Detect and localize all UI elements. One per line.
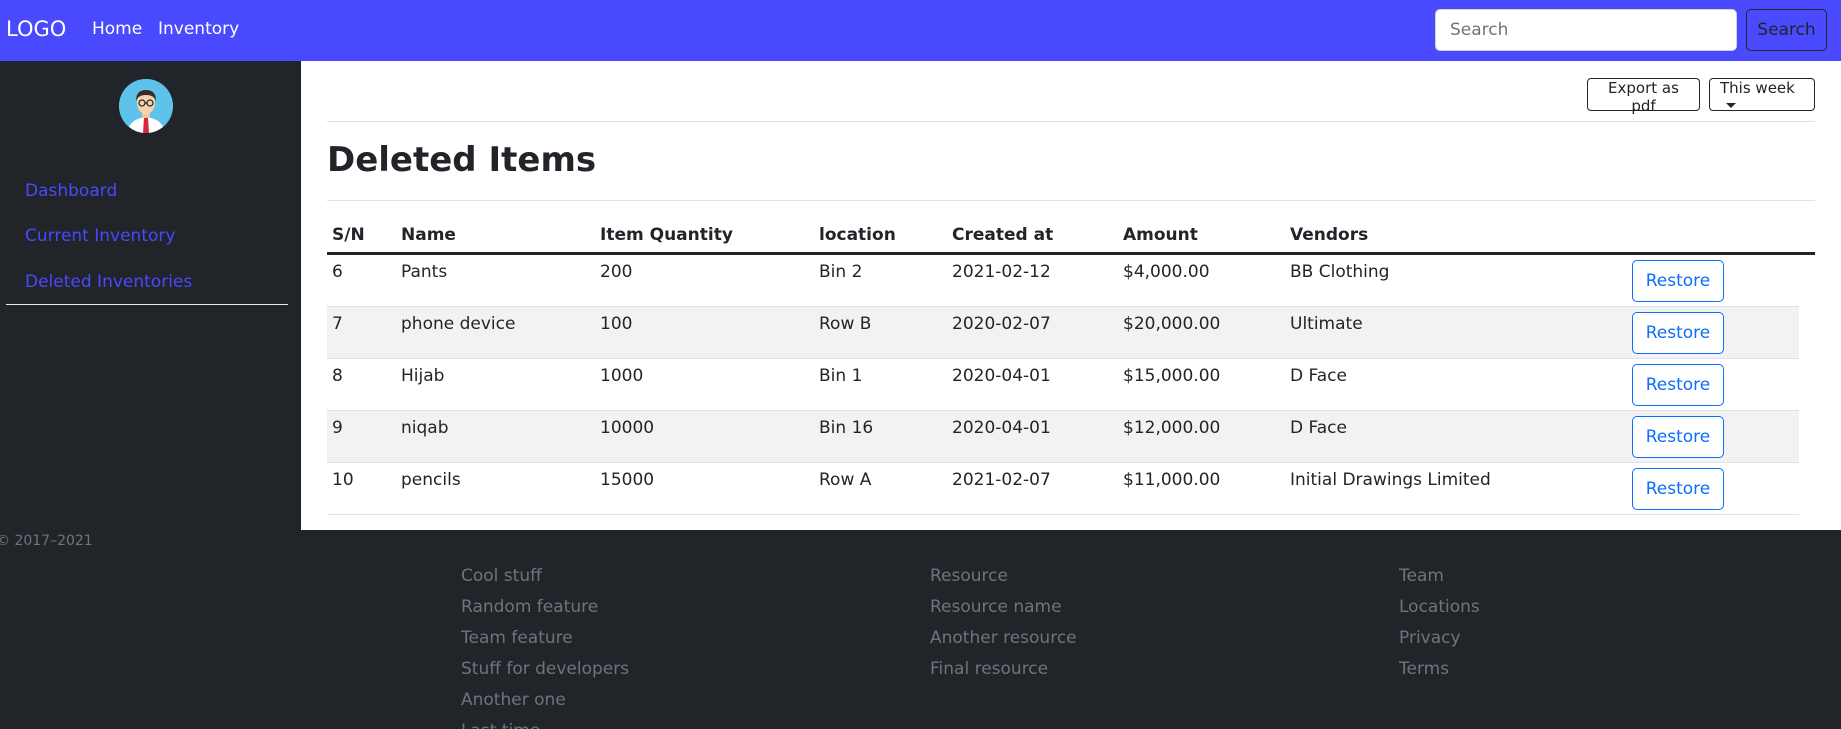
period-dropdown[interactable]: This week <box>1709 78 1815 111</box>
column-header-created-at: Created at <box>952 225 1054 245</box>
column-header-location: location <box>819 225 896 245</box>
cell-amount: $15,000.00 <box>1123 366 1221 386</box>
cell-location: Row B <box>819 314 872 334</box>
column-header-vendors: Vendors <box>1290 225 1369 245</box>
column-header-sn: S/N <box>332 225 365 245</box>
cell-name: Hijab <box>401 366 445 386</box>
column-header-name: Name <box>401 225 456 245</box>
cell-amount: $12,000.00 <box>1123 418 1221 438</box>
footer-link[interactable]: Resource name <box>930 597 1077 628</box>
cell-sn: 6 <box>332 262 343 282</box>
footer-link[interactable]: Team feature <box>461 628 629 659</box>
cell-quantity: 10000 <box>600 418 655 438</box>
cell-location: Row A <box>819 470 872 490</box>
cell-sn: 8 <box>332 366 343 386</box>
cell-created-at: 2020-04-01 <box>952 366 1051 386</box>
footer-link[interactable]: Last time <box>461 721 629 729</box>
sidebar-item-dashboard[interactable]: Dashboard <box>25 181 117 201</box>
divider <box>327 121 1815 122</box>
table-row: 6 Pants 200 Bin 2 2021-02-12 $4,000.00 B… <box>327 255 1799 307</box>
cell-sn: 7 <box>332 314 343 334</box>
cell-quantity: 1000 <box>600 366 644 386</box>
table-row: 7 phone device 100 Row B 2020-02-07 $20,… <box>327 307 1799 359</box>
footer-link[interactable]: Privacy <box>1399 628 1480 659</box>
brand-logo[interactable]: LOGO <box>6 17 66 41</box>
footer-column-resources: Resource Resource name Another resource … <box>930 566 1077 690</box>
footer-link[interactable]: Locations <box>1399 597 1480 628</box>
sidebar-divider <box>6 304 288 305</box>
cell-vendor: D Face <box>1290 418 1347 438</box>
cell-sn: 10 <box>332 470 354 490</box>
top-navbar: LOGO Home Inventory Search <box>0 0 1841 61</box>
cell-created-at: 2021-02-07 <box>952 470 1051 490</box>
sidebar-item-deleted-inventories[interactable]: Deleted Inventories <box>25 272 192 292</box>
cell-vendor: Ultimate <box>1290 314 1363 334</box>
column-header-amount: Amount <box>1123 225 1198 245</box>
restore-button[interactable]: Restore <box>1632 312 1724 354</box>
table-row: 10 pencils 15000 Row A 2021-02-07 $11,00… <box>327 463 1799 515</box>
cell-quantity: 15000 <box>600 470 655 490</box>
cell-location: Bin 1 <box>819 366 863 386</box>
cell-vendor: BB Clothing <box>1290 262 1390 282</box>
cell-amount: $11,000.00 <box>1123 470 1221 490</box>
cell-sn: 9 <box>332 418 343 438</box>
sidebar: Dashboard Current Inventory Deleted Inve… <box>0 61 301 530</box>
main-content: Export as pdf This week Deleted Items S/… <box>301 61 1841 530</box>
column-header-quantity: Item Quantity <box>600 225 733 245</box>
footer-link[interactable]: Final resource <box>930 659 1077 690</box>
cell-amount: $20,000.00 <box>1123 314 1221 334</box>
cell-name: niqab <box>401 418 449 438</box>
footer-link[interactable]: Resource <box>930 566 1077 597</box>
restore-button[interactable]: Restore <box>1632 468 1724 510</box>
footer: © 2017–2021 Cool stuff Random feature Te… <box>0 530 1841 729</box>
footer-link[interactable]: Team <box>1399 566 1480 597</box>
restore-button[interactable]: Restore <box>1632 416 1724 458</box>
sidebar-item-current-inventory[interactable]: Current Inventory <box>25 226 175 246</box>
footer-column-features: Cool stuff Random feature Team feature S… <box>461 566 629 729</box>
nav-link-inventory[interactable]: Inventory <box>158 19 239 39</box>
period-dropdown-label: This week <box>1720 79 1795 97</box>
footer-column-about: Team Locations Privacy Terms <box>1399 566 1480 690</box>
footer-link[interactable]: Another resource <box>930 628 1077 659</box>
cell-name: Pants <box>401 262 448 282</box>
search-button[interactable]: Search <box>1746 9 1827 51</box>
copyright-text: © 2017–2021 <box>0 533 93 549</box>
cell-quantity: 100 <box>600 314 633 334</box>
cell-location: Bin 2 <box>819 262 863 282</box>
footer-link[interactable]: Another one <box>461 690 629 721</box>
cell-quantity: 200 <box>600 262 633 282</box>
export-pdf-button[interactable]: Export as pdf <box>1587 78 1700 115</box>
cell-name: pencils <box>401 470 461 490</box>
cell-vendor: D Face <box>1290 366 1347 386</box>
cell-created-at: 2020-04-01 <box>952 418 1051 438</box>
footer-link[interactable]: Cool stuff <box>461 566 629 597</box>
cell-created-at: 2021-02-12 <box>952 262 1051 282</box>
footer-link[interactable]: Random feature <box>461 597 629 628</box>
page-title: Deleted Items <box>327 140 597 180</box>
footer-link[interactable]: Terms <box>1399 659 1480 690</box>
footer-link[interactable]: Stuff for developers <box>461 659 629 690</box>
restore-button[interactable]: Restore <box>1632 260 1724 302</box>
cell-location: Bin 16 <box>819 418 874 438</box>
cell-created-at: 2020-02-07 <box>952 314 1051 334</box>
search-input[interactable] <box>1435 9 1737 51</box>
nav-link-home[interactable]: Home <box>92 19 142 39</box>
cell-vendor: Initial Drawings Limited <box>1290 470 1491 490</box>
divider <box>327 200 1815 201</box>
table-row: 9 niqab 10000 Bin 16 2020-04-01 $12,000.… <box>327 411 1799 463</box>
restore-button[interactable]: Restore <box>1632 364 1724 406</box>
table-row: 8 Hijab 1000 Bin 1 2020-04-01 $15,000.00… <box>327 359 1799 411</box>
user-avatar-icon[interactable] <box>119 79 173 133</box>
cell-name: phone device <box>401 314 516 334</box>
caret-down-icon <box>1726 103 1736 108</box>
cell-amount: $4,000.00 <box>1123 262 1210 282</box>
